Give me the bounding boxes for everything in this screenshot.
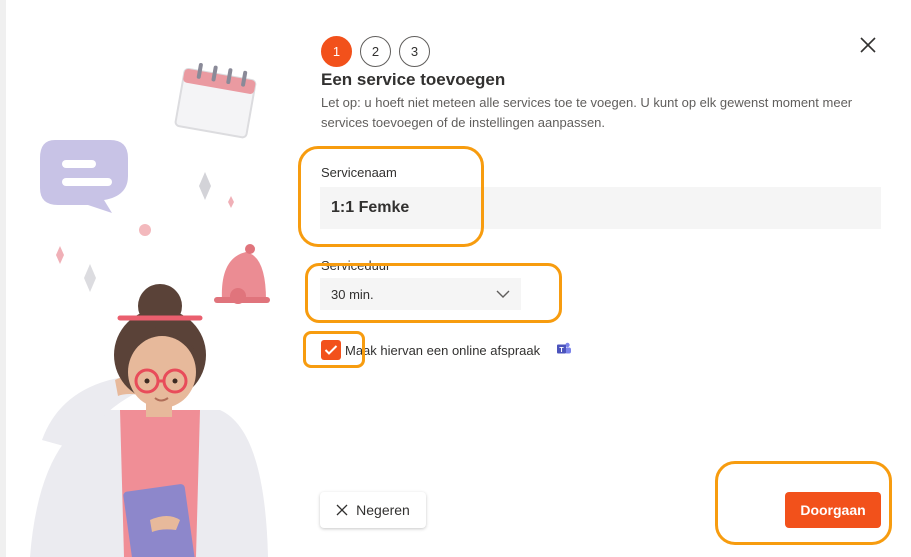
annotation-continue-button [715,461,892,545]
dismiss-button[interactable]: Negeren [320,492,426,528]
woman-illustration [30,63,270,557]
calendar-icon [174,63,257,139]
step-1: 1 [321,36,352,67]
chat-bubble-icon [40,140,128,213]
sparkle-icon [228,196,234,208]
dot-decoration [139,224,151,236]
step-2: 2 [360,36,391,67]
annotation-online-checkbox [303,331,365,368]
dialog-title: Een service toevoegen [321,70,506,89]
svg-text:T: T [559,347,564,354]
close-button[interactable] [857,34,879,56]
sparkle-icon [56,246,64,264]
close-icon [860,37,876,53]
step-indicator: 1 2 3 [321,36,430,67]
annotation-service-name [298,146,484,247]
sparkle-icon [199,172,211,200]
step-3: 3 [399,36,430,67]
dialog-description: Let op: u hoeft niet meteen alle service… [321,95,853,130]
dismiss-label: Negeren [356,502,410,518]
dismiss-icon [336,504,348,516]
sparkle-icon [84,264,96,292]
bell-icon [214,244,270,304]
online-meeting-label: Maak hiervan een online afspraak [345,343,541,358]
teams-icon: T [557,342,571,354]
annotation-service-duration [305,263,562,323]
